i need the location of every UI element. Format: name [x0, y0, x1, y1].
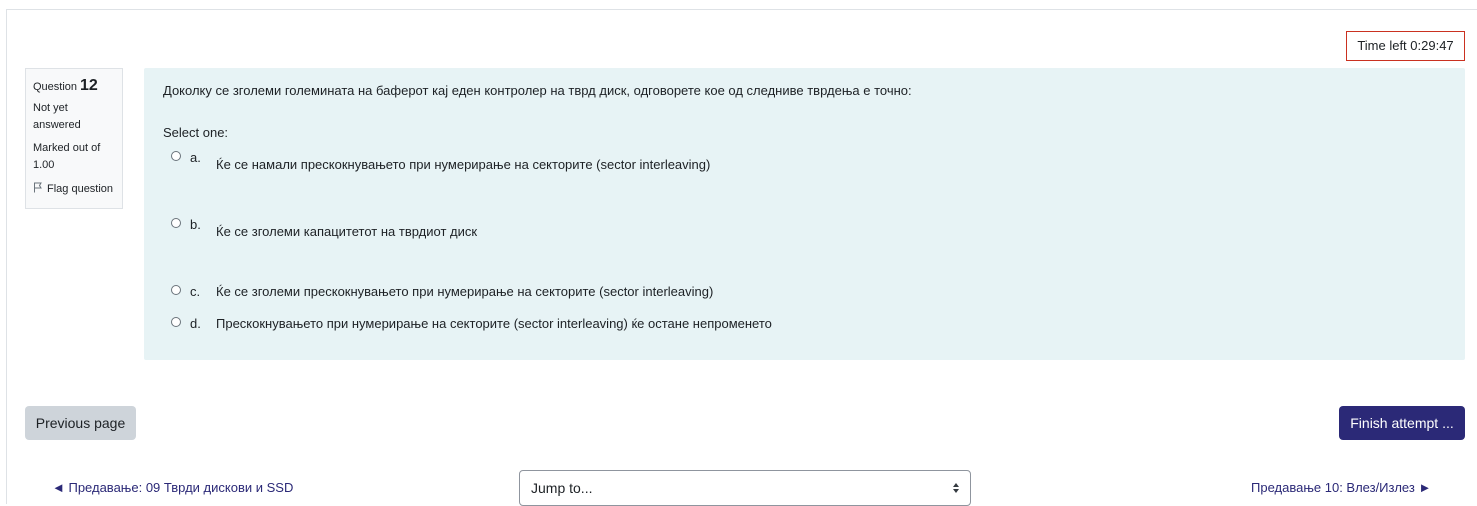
option-text-d[interactable]: Прескокнувањето при нумерирање на сектор… [216, 316, 772, 331]
question-text: Доколку се зголеми големината на баферот… [163, 83, 912, 98]
radio-a[interactable] [171, 151, 181, 161]
previous-activity-link[interactable]: ◄ Предавање: 09 Тврди дискови и SSD [52, 480, 293, 495]
question-content: Доколку се зголеми големината на баферот… [144, 68, 1465, 360]
option-text-a[interactable]: Ќе се намали прескокнувањето при нумерир… [216, 157, 710, 172]
state-line-1: Not yet [33, 102, 68, 114]
question-state: Not yet answered [33, 100, 115, 134]
option-text-b[interactable]: Ќе се зголеми капацитетот на тврдиот дис… [216, 224, 477, 239]
question-grade: Marked out of 1.00 [33, 140, 115, 174]
question-info-panel: Question 12 Not yet answered Marked out o… [25, 68, 123, 209]
grade-line-1: Marked out of [33, 142, 101, 154]
option-letter-b: b. [190, 217, 201, 232]
option-letter-a: a. [190, 150, 201, 165]
option-letter-c: c. [190, 284, 201, 299]
grade-line-2: 1.00 [33, 159, 55, 171]
radio-c[interactable] [171, 285, 181, 295]
question-number: 12 [80, 77, 98, 94]
time-left-timer: Time left 0:29:47 [1346, 31, 1465, 61]
jump-to-value: Jump to... [531, 480, 593, 496]
option-text-c[interactable]: Ќе се зголеми прескокнувањето при нумери… [216, 284, 713, 299]
finish-attempt-button[interactable]: Finish attempt ... [1339, 406, 1465, 440]
answer-option-c[interactable]: c. Ќе се зголеми прескокнувањето при нум… [171, 284, 713, 299]
select-caret-icon [952, 481, 960, 497]
flag-icon [33, 182, 47, 196]
option-letter-d: d. [190, 316, 201, 331]
flag-question-button[interactable]: Flag question [33, 182, 115, 196]
next-activity-link[interactable]: Предавање 10: Влез/Излез ► [1251, 480, 1431, 495]
state-line-2: answered [33, 119, 81, 131]
jump-to-select[interactable]: Jump to... [519, 470, 971, 506]
answer-option-b[interactable]: b. Ќе се зголеми капацитетот на тврдиот … [171, 217, 477, 239]
radio-b[interactable] [171, 218, 181, 228]
answer-option-a[interactable]: a. Ќе се намали прескокнувањето при нуме… [171, 150, 710, 172]
question-number-line: Question 12 [33, 76, 115, 97]
radio-d[interactable] [171, 317, 181, 327]
flag-question-label: Flag question [47, 183, 114, 195]
question-label: Question [33, 81, 78, 93]
previous-page-button[interactable]: Previous page [25, 406, 136, 440]
select-one-prompt: Select one: [163, 125, 229, 140]
answer-option-d[interactable]: d. Прескокнувањето при нумерирање на сек… [171, 316, 772, 331]
